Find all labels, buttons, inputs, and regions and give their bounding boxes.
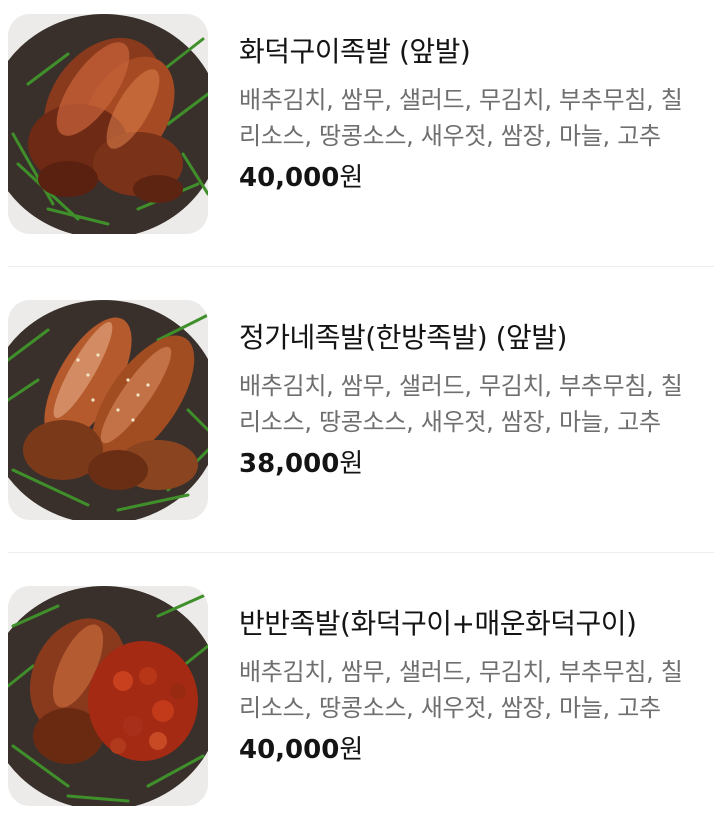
price-value: 40,000 — [239, 735, 340, 765]
menu-item-description: 배추김치, 쌈무, 샐러드, 무김치, 부추무침, 칠리소스, 땅콩소스, 새우… — [239, 658, 683, 722]
price-currency: 원 — [339, 449, 364, 479]
menu-item-jeongane-jokbal[interactable]: 정가네족발(한방족발) (앞발) 배추김치, 쌈무, 샐러드, 무김치, 부추무… — [0, 286, 714, 553]
menu-item-image[interactable] — [8, 300, 208, 520]
menu-item-info: 정가네족발(한방족발) (앞발) 배추김치, 쌈무, 샐러드, 무김치, 부추무… — [239, 318, 699, 484]
divider — [8, 266, 714, 267]
menu-item-description: 배추김치, 쌈무, 샐러드, 무김치, 부추무침, 칠리소스, 땅콩소스, 새우… — [239, 372, 683, 436]
price-value: 38,000 — [239, 449, 340, 479]
menu-item-price: 40,000원 — [239, 730, 699, 770]
menu-item-description: 배추김치, 쌈무, 샐러드, 무김치, 부추무침, 칠리소스, 땅콩소스, 새우… — [239, 86, 683, 150]
menu-item-info: 반반족발(화덕구이+매운화덕구이) 배추김치, 쌈무, 샐러드, 무김치, 부추… — [239, 604, 699, 770]
food-photo-icon — [8, 586, 208, 806]
menu-item-price: 40,000원 — [239, 158, 699, 198]
food-photo-icon — [8, 300, 208, 520]
price-value: 40,000 — [239, 163, 340, 193]
menu-item-name: 화덕구이족발 (앞발) — [239, 35, 471, 68]
food-photo-icon — [8, 14, 208, 234]
divider — [8, 552, 714, 553]
menu-list: 화덕구이족발 (앞발) 배추김치, 쌈무, 샐러드, 무김치, 부추무침, 칠리… — [0, 0, 714, 818]
menu-item-price: 38,000원 — [239, 444, 699, 484]
price-currency: 원 — [339, 735, 364, 765]
menu-item-image[interactable] — [8, 586, 208, 806]
menu-item-banban-jokbal[interactable]: 반반족발(화덕구이+매운화덕구이) 배추김치, 쌈무, 샐러드, 무김치, 부추… — [0, 572, 714, 838]
menu-item-info: 화덕구이족발 (앞발) 배추김치, 쌈무, 샐러드, 무김치, 부추무침, 칠리… — [239, 32, 699, 198]
price-currency: 원 — [339, 163, 364, 193]
menu-item-name: 정가네족발(한방족발) (앞발) — [239, 321, 567, 354]
menu-item-name: 반반족발(화덕구이+매운화덕구이) — [239, 607, 637, 640]
menu-item-image[interactable] — [8, 14, 208, 234]
menu-item-hwadeok-jokbal[interactable]: 화덕구이족발 (앞발) 배추김치, 쌈무, 샐러드, 무김치, 부추무침, 칠리… — [0, 0, 714, 267]
